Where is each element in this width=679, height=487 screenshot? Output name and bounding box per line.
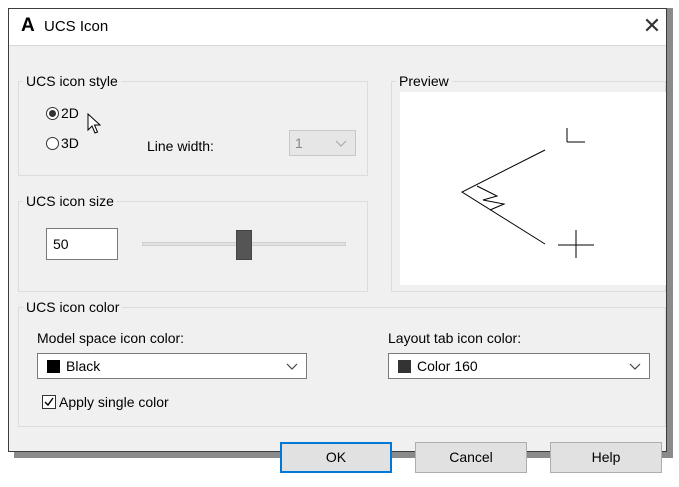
icon-style-legend: UCS icon style [23,73,121,89]
icon-size-legend: UCS icon size [23,193,117,209]
window-shadow-right [667,8,673,458]
icon-color-legend: UCS icon color [23,299,123,315]
line-width-label: Line width: [147,138,214,154]
apply-single-color-label: Apply single color [59,394,169,410]
radio-3d-indicator[interactable] [46,136,59,150]
radio-2d[interactable]: 2D [46,104,79,122]
icon-size-slider-thumb[interactable] [236,230,252,260]
ucs-icon-preview [400,92,666,285]
icon-size-input[interactable]: 50 [46,228,118,260]
layout-tab-color-select[interactable]: Color 160 [388,353,650,379]
apply-single-color-checkbox[interactable]: Apply single color [42,392,169,412]
line-width-select[interactable]: 1 [289,130,356,156]
model-color-swatch [47,359,60,373]
cancel-button[interactable]: Cancel [415,442,527,473]
ok-button[interactable]: OK [280,442,392,473]
radio-3d[interactable]: 3D [46,134,79,152]
radio-2d-label: 2D [61,105,79,121]
chevron-down-icon [335,140,347,147]
layout-tab-color-label: Layout tab icon color: [388,330,522,346]
model-color-value: Black [66,358,101,374]
model-space-color-label: Model space icon color: [37,330,185,346]
checkmark-icon [44,397,54,407]
layout-color-value: Color 160 [417,358,478,374]
radio-2d-indicator[interactable] [46,106,59,120]
icon-style-group: UCS icon style [18,73,368,176]
preview-legend: Preview [396,73,452,89]
ucs-icon-dialog: A UCS Icon ✕ UCS icon style 2D 3D Line w… [8,8,667,473]
layout-color-swatch [398,359,411,373]
chevron-down-icon [629,363,641,370]
title-bar[interactable]: A UCS Icon ✕ [9,9,666,46]
model-space-color-select[interactable]: Black [37,353,307,379]
checkbox-indicator[interactable] [42,395,56,409]
window-title: UCS Icon [44,18,109,35]
help-button[interactable]: Help [550,442,662,473]
line-width-value: 1 [295,135,303,151]
close-icon[interactable]: ✕ [639,12,665,40]
mouse-cursor-icon [87,113,101,134]
chevron-down-icon [286,363,298,370]
app-logo-icon: A [21,15,35,36]
radio-3d-label: 3D [61,135,79,151]
